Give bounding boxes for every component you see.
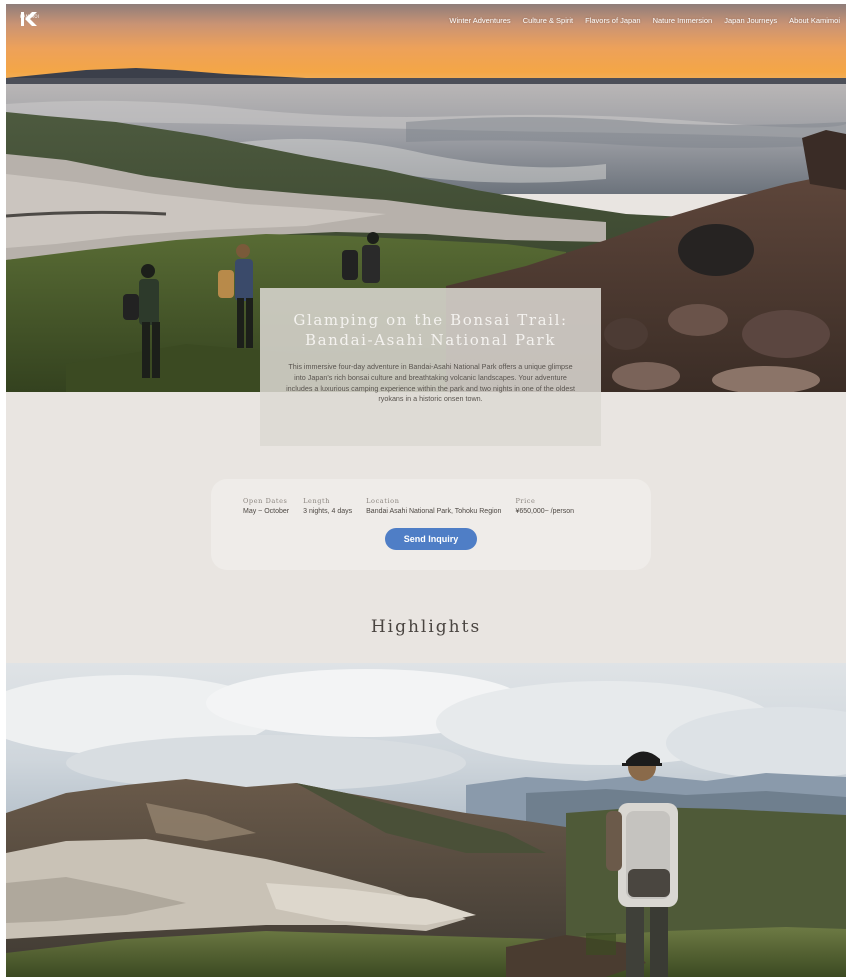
tour-intro-card: Glamping on the Bonsai Trail: Bandai-Asa… — [260, 288, 601, 446]
detail-label: Open Dates — [243, 497, 288, 505]
tour-description: This immersive four-day adventure in Ban… — [286, 362, 575, 404]
nav-item-nature-immersion[interactable]: Nature Immersion — [653, 16, 713, 25]
send-inquiry-button[interactable]: Send Inquiry — [385, 528, 477, 550]
detail-location: Location Bandai Asahi National Park, Toh… — [366, 497, 501, 515]
detail-label: Length — [303, 497, 331, 505]
main-nav: Winter Adventures Culture & Spirit Flavo… — [449, 16, 840, 25]
tour-details-row: Open Dates May ~ October Length 3 nights… — [243, 497, 574, 515]
highlights-photo — [6, 663, 846, 977]
detail-value: Bandai Asahi National Park, Tohoku Regio… — [366, 508, 502, 515]
hiker-landscape-image — [6, 663, 846, 977]
page: KAMIMOI Winter Adventures Culture & Spir… — [6, 4, 846, 977]
nav-item-culture-spirit[interactable]: Culture & Spirit — [523, 16, 573, 25]
detail-value: ¥650,000~ /person — [515, 508, 575, 515]
detail-open-dates: Open Dates May ~ October — [243, 497, 289, 515]
kamimoi-logo[interactable]: KAMIMOI — [20, 12, 44, 38]
nav-item-winter-adventures[interactable]: Winter Adventures — [449, 16, 510, 25]
nav-item-flavors-of-japan[interactable]: Flavors of Japan — [585, 16, 640, 25]
kamimoi-logo-icon — [21, 12, 37, 26]
tour-title: Glamping on the Bonsai Trail: Bandai-Asa… — [293, 311, 568, 349]
tour-details-card: Open Dates May ~ October Length 3 nights… — [211, 479, 651, 570]
detail-price: Price ¥650,000~ /person — [515, 497, 574, 515]
nav-item-japan-journeys[interactable]: Japan Journeys — [724, 16, 777, 25]
nav-item-about[interactable]: About Kamimoi — [789, 16, 840, 25]
detail-value: May ~ October — [243, 508, 290, 515]
detail-value: 3 nights, 4 days — [303, 508, 353, 515]
detail-label: Location — [366, 497, 400, 505]
detail-length: Length 3 nights, 4 days — [303, 497, 352, 515]
highlights-heading: Highlights — [370, 617, 482, 637]
detail-label: Price — [515, 497, 536, 505]
